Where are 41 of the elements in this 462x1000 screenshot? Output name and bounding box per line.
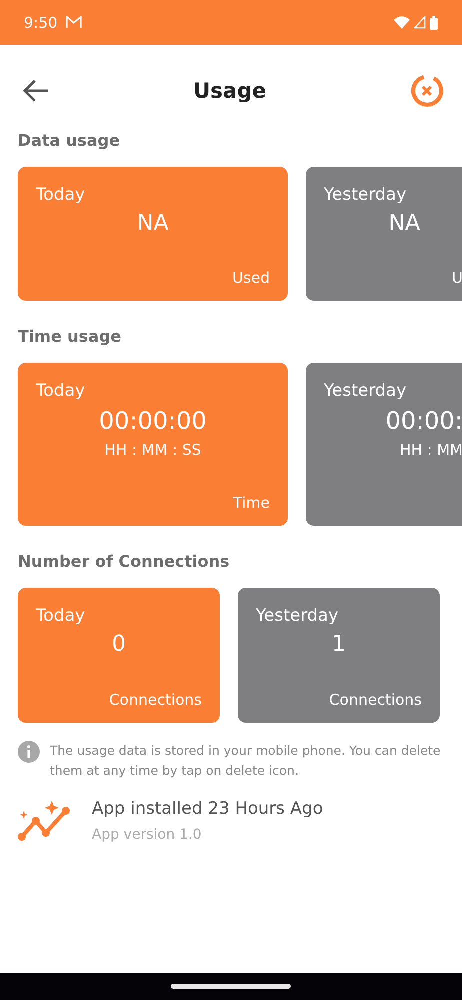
time-format: HH : MM [400,441,462,459]
card-unit: Connections [329,691,422,709]
back-arrow-icon[interactable] [22,79,50,103]
app-version: App version 1.0 [92,827,203,843]
card-unit: U [452,269,462,287]
time-format: HH : MM : SS [104,441,202,459]
mail-icon [66,16,82,29]
section-title: Number of Connections [17,551,231,573]
wifi-icon [394,16,410,29]
usage-card[interactable]: Yesterday NA U [306,167,462,301]
card-unit: Time [233,494,270,512]
card-value: 1 [332,632,346,657]
info-text: The usage data is stored in your mobile phone. You can delete them at any time by tap on delete icon. [50,742,442,780]
card-value: 00:00:00 [99,407,207,435]
card-value: 0 [112,632,126,657]
delete-icon[interactable] [410,74,444,108]
card-label: Today [36,185,86,205]
home-handle[interactable] [171,984,291,989]
usage-card[interactable]: Today 0 Connections [18,588,220,723]
section-title: Data usage [17,130,122,152]
card-label: Today [36,381,86,401]
status-time: 9:50 [24,14,58,32]
card-label: Today [36,606,86,626]
battery-icon [430,16,438,30]
section-title: Time usage [17,326,123,348]
card-label: Yesterday [256,606,339,626]
usage-card[interactable]: Yesterday 00:00: HH : MM [306,363,462,526]
page-title: Usage [194,79,266,103]
usage-card[interactable]: Today NA Used [18,167,288,301]
info-icon [18,741,40,763]
usage-card[interactable]: Today 00:00:00 HH : MM : SS Time [18,363,288,526]
install-info: App installed 23 Hours Ago [92,799,324,819]
card-unit: Connections [109,691,202,709]
card-label: Yesterday [324,185,407,205]
card-unit: Used [232,269,270,287]
card-value: NA [388,211,420,236]
card-label: Yesterday [324,381,407,401]
signal-icon [414,16,426,29]
card-value: 00:00: [386,407,462,435]
usage-card[interactable]: Yesterday 1 Connections [238,588,440,723]
card-value: NA [137,211,169,236]
